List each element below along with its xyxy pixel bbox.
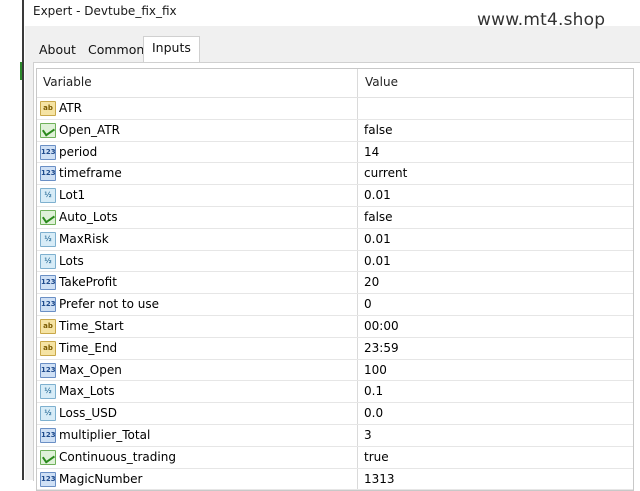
int-icon: 123 — [40, 427, 56, 443]
variable-value[interactable]: 3 — [364, 428, 372, 442]
double-icon: ½ — [40, 253, 56, 269]
variable-value[interactable]: 0.01 — [364, 254, 391, 268]
int-icon: 123 — [40, 144, 56, 160]
variable-value[interactable]: false — [364, 210, 393, 224]
table-body: ab ATR Open_ATR false 123 period 14 123 timefram… — [37, 98, 633, 491]
double-icon: ½ — [40, 188, 56, 204]
ab-text-icon: ab — [40, 340, 56, 356]
inputs-table: Variable Value ab ATR Open_ATR false 123 peri… — [36, 68, 634, 491]
int-icon: 123 — [40, 362, 56, 378]
int-icon: 123 — [40, 297, 56, 313]
table-row[interactable]: 123 Max_Open 100 — [37, 360, 633, 382]
table-row[interactable]: 123 Prefer not to use 0 — [37, 294, 633, 316]
table-row[interactable]: 123 TakeProfit 20 — [37, 272, 633, 295]
header-variable[interactable]: Variable — [43, 75, 92, 89]
variable-name: Max_Lots — [59, 384, 115, 399]
ab-text-icon: ab — [40, 101, 56, 116]
variable-name: MagicNumber — [59, 471, 143, 486]
variable-value[interactable]: 0.01 — [364, 188, 391, 202]
variable-name: Lots — [59, 253, 84, 268]
variable-name: TakeProfit — [59, 275, 117, 290]
expert-properties-window: Expert - Devtube_fix_fix www.mt4.shop Ab… — [25, 0, 640, 491]
watermark-text: www.mt4.shop — [477, 10, 606, 30]
table-row[interactable]: 123 MagicNumber 1313 — [37, 469, 633, 491]
variable-name: timeframe — [59, 166, 122, 181]
variable-value[interactable]: 0 — [364, 297, 372, 311]
variable-value[interactable]: current — [364, 166, 407, 180]
variable-value[interactable]: 20 — [364, 275, 379, 289]
table-row[interactable]: 123 multiplier_Total 3 — [37, 425, 633, 447]
header-value[interactable]: Value — [365, 75, 398, 89]
table-row[interactable]: ½ Max_Lots 0.1 — [37, 381, 633, 404]
variable-value[interactable]: 0.0 — [364, 406, 383, 420]
table-row[interactable]: Continuous_trading true — [37, 447, 633, 469]
table-header: Variable Value — [37, 69, 633, 98]
table-row[interactable]: Auto_Lots false — [37, 207, 633, 229]
variable-value[interactable]: 00:00 — [364, 319, 399, 333]
variable-value[interactable]: 23:59 — [364, 341, 399, 355]
table-row[interactable]: ½ Lot1 0.01 — [37, 185, 633, 207]
tab-about[interactable]: About — [39, 40, 76, 60]
int-icon: 123 — [40, 471, 56, 487]
table-row[interactable]: ab Time_End 23:59 — [37, 338, 633, 360]
window-title: Expert - Devtube_fix_fix — [33, 4, 177, 18]
left-edge-strip — [0, 0, 24, 480]
variable-value[interactable]: 0.01 — [364, 232, 391, 246]
window-edge-divider — [22, 0, 24, 480]
bool-icon — [40, 209, 56, 225]
variable-value[interactable]: true — [364, 450, 389, 464]
variable-name: Time_Start — [59, 318, 124, 333]
variable-name: ATR — [59, 101, 82, 115]
table-row[interactable]: ½ Loss_USD 0.0 — [37, 403, 633, 425]
table-row[interactable]: 123 timeframe current — [37, 163, 633, 186]
variable-value[interactable]: 14 — [364, 145, 379, 159]
variable-value[interactable]: 100 — [364, 363, 387, 377]
variable-value[interactable]: 1313 — [364, 472, 395, 486]
double-icon: ½ — [40, 384, 56, 400]
double-icon: ½ — [40, 406, 56, 422]
variable-name: Prefer not to use — [59, 297, 160, 312]
variable-name: MaxRisk — [59, 231, 109, 246]
table-row[interactable]: ½ Lots 0.01 — [37, 251, 633, 273]
variable-name: Continuous_trading — [59, 449, 176, 464]
variable-name: period — [59, 144, 98, 159]
variable-name: multiplier_Total — [59, 427, 151, 442]
table-row[interactable]: ab Time_Start 00:00 — [37, 316, 633, 338]
variable-value[interactable]: false — [364, 123, 393, 137]
bool-icon — [40, 449, 56, 465]
table-row[interactable]: ab ATR — [37, 98, 633, 120]
variable-name: Lot1 — [59, 188, 86, 203]
tab-common[interactable]: Common — [88, 40, 144, 60]
double-icon: ½ — [40, 231, 56, 247]
ab-text-icon: ab — [40, 318, 56, 334]
table-row[interactable]: 123 period 14 — [37, 142, 633, 164]
variable-name: Auto_Lots — [59, 209, 118, 224]
int-icon: 123 — [40, 275, 56, 291]
variable-name: Time_End — [59, 340, 118, 355]
int-icon: 123 — [40, 166, 56, 182]
table-row[interactable]: Open_ATR false — [37, 120, 633, 142]
bool-icon — [40, 122, 56, 138]
variable-value[interactable]: 0.1 — [364, 384, 383, 398]
green-marker — [20, 62, 22, 80]
table-row[interactable]: ½ MaxRisk 0.01 — [37, 229, 633, 251]
tab-inputs[interactable]: Inputs — [143, 36, 200, 63]
variable-name: Loss_USD — [59, 406, 117, 421]
variable-name: Open_ATR — [59, 122, 120, 137]
variable-name: Max_Open — [59, 362, 122, 377]
